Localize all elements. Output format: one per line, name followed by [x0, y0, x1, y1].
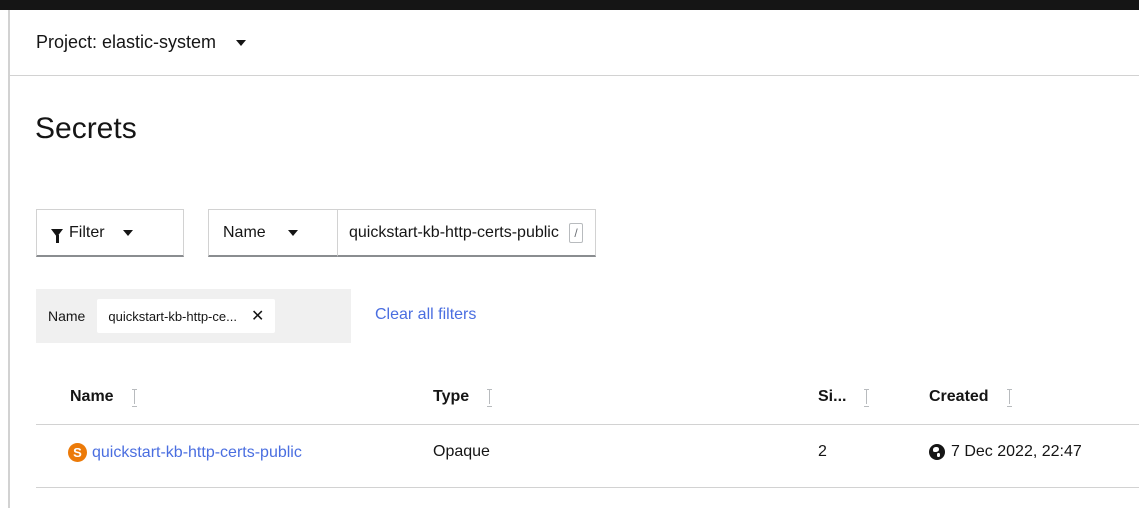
- filter-toolbar: Filter Name /: [36, 209, 596, 257]
- secret-name-link[interactable]: quickstart-kb-http-certs-public: [92, 444, 302, 462]
- attribute-select-label: Name: [223, 223, 266, 241]
- column-header-created[interactable]: Created: [929, 388, 1013, 407]
- active-filter-chip-group: Name quickstart-kb-http-ce... ✕: [36, 289, 351, 343]
- keyboard-shortcut-hint: /: [569, 222, 583, 243]
- name-search-input[interactable]: [349, 223, 567, 242]
- created-timestamp: 7 Dec 2022, 22:47: [951, 443, 1082, 460]
- table-header: Name Type Si... Created: [36, 370, 1139, 424]
- project-bar: Project: elastic-system: [10, 10, 1139, 76]
- secrets-table: Name Type Si... Created S quickstart-kb-…: [36, 370, 1139, 488]
- cell-size: 2: [818, 443, 827, 460]
- cell-type: Opaque: [433, 443, 490, 460]
- attribute-select[interactable]: Name: [208, 209, 338, 257]
- sort-icon: [864, 389, 870, 407]
- filter-dropdown[interactable]: Filter: [36, 209, 184, 257]
- caret-down-icon: [122, 229, 133, 236]
- cell-created: 7 Dec 2022, 22:47: [929, 443, 1082, 461]
- cell-name: S quickstart-kb-http-certs-public: [68, 443, 302, 462]
- name-filter-group: Name /: [208, 209, 596, 257]
- page-title: Secrets: [35, 112, 137, 145]
- column-header-label: Si...: [818, 388, 847, 405]
- project-selector[interactable]: Project: elastic-system: [36, 32, 247, 53]
- masthead-edge: [0, 0, 1139, 10]
- sort-icon: [131, 389, 138, 407]
- project-selector-label: Project: elastic-system: [36, 32, 217, 52]
- filter-chip: quickstart-kb-http-ce... ✕: [97, 299, 276, 333]
- globe-icon: [929, 444, 945, 460]
- sidebar-edge: [8, 10, 10, 508]
- column-header-label: Name: [70, 388, 114, 405]
- column-header-label: Created: [929, 388, 989, 405]
- close-icon[interactable]: ✕: [251, 306, 264, 326]
- caret-down-icon: [287, 229, 298, 236]
- column-header-type[interactable]: Type: [433, 388, 493, 407]
- secret-resource-badge: S: [68, 443, 87, 462]
- column-header-name[interactable]: Name: [70, 388, 138, 407]
- clear-all-filters-link[interactable]: Clear all filters: [375, 306, 476, 324]
- caret-down-icon: [236, 39, 247, 46]
- filter-icon: [51, 228, 63, 243]
- sort-icon: [1006, 389, 1013, 407]
- sort-icon: [487, 389, 493, 407]
- column-header-size[interactable]: Si...: [818, 388, 870, 407]
- filter-chip-label: quickstart-kb-http-ce...: [108, 308, 237, 324]
- name-search-box: /: [338, 209, 596, 257]
- chip-group-label: Name: [48, 308, 86, 324]
- filter-dropdown-label: Filter: [69, 223, 105, 241]
- column-header-label: Type: [433, 388, 470, 405]
- table-row: S quickstart-kb-http-certs-public Opaque…: [36, 424, 1139, 488]
